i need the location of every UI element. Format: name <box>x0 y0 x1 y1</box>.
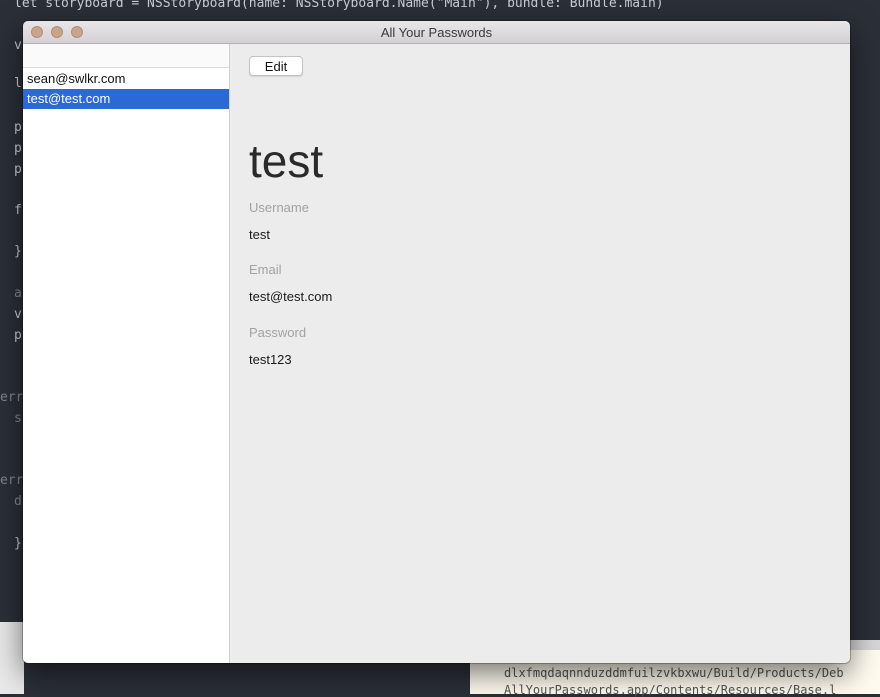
username-value: test <box>249 227 270 242</box>
console-line: dlxfmqdaqnnduzddmfuilzvkbxwu/Build/Produ… <box>504 666 844 680</box>
title-bar[interactable]: All Your Passwords <box>23 21 850 44</box>
code-line: err <box>0 390 24 405</box>
code-line: } <box>14 536 22 551</box>
password-label: Password <box>249 325 307 340</box>
entry-title: test <box>249 135 324 187</box>
account-list-sidebar: sean@swlkr.com test@test.com <box>23 44 230 663</box>
password-value: test123 <box>249 352 292 367</box>
code-line: err <box>0 473 24 488</box>
code-line: l <box>14 76 22 91</box>
app-window: All Your Passwords sean@swlkr.com test@t… <box>23 21 850 663</box>
debug-gutter <box>0 622 24 694</box>
code-line: let storyboard = NSStoryboard(name: NSSt… <box>14 0 664 11</box>
code-line: v <box>14 38 22 53</box>
code-line: v <box>14 307 22 322</box>
code-line: a <box>14 286 22 301</box>
detail-pane: Edit test Username test Email test@test.… <box>230 44 850 663</box>
edit-button[interactable]: Edit <box>249 56 303 76</box>
username-label: Username <box>249 200 309 215</box>
code-line: p <box>14 141 22 156</box>
window-title: All Your Passwords <box>380 25 493 40</box>
code-line: p <box>14 120 22 135</box>
email-label: Email <box>249 262 282 277</box>
sidebar-header <box>23 44 229 68</box>
code-line: p <box>14 162 22 177</box>
email-value: test@test.com <box>249 289 333 304</box>
console-line: AllYourPasswords.app/Contents/Resources/… <box>504 683 837 697</box>
list-item-sean[interactable]: sean@swlkr.com <box>23 69 229 89</box>
code-line: } <box>14 244 22 259</box>
code-line: s <box>14 411 22 426</box>
code-line: f <box>14 203 22 218</box>
code-line: p <box>14 328 22 343</box>
code-line: d <box>14 494 22 509</box>
list-item-test[interactable]: test@test.com <box>23 89 229 109</box>
